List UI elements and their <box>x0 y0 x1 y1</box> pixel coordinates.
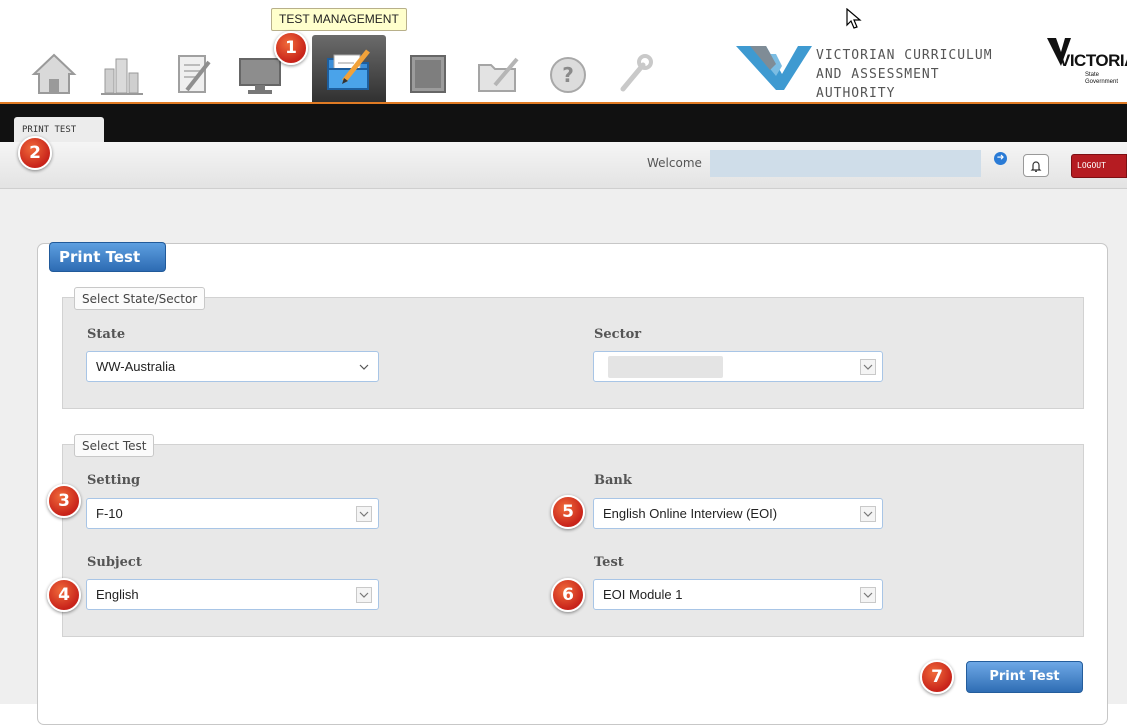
bank-label: Bank <box>594 473 632 488</box>
victoria-government-logo: VICTORIA State Government <box>1045 38 1127 98</box>
chevron-down-icon <box>860 506 876 522</box>
home-icon[interactable] <box>22 44 86 104</box>
state-sector-legend: Select State/Sector <box>74 287 206 310</box>
wrench-icon[interactable] <box>602 44 666 104</box>
select-test-legend: Select Test <box>74 434 155 457</box>
state-label: State <box>87 327 126 342</box>
notification-bell-button[interactable] <box>1023 154 1049 177</box>
tab-bar: PRINT TEST <box>0 104 1127 144</box>
logout-button[interactable]: LOGOUT <box>1071 154 1127 178</box>
setting-label: Setting <box>87 473 141 488</box>
test-select-value: EOI Module 1 <box>603 587 683 602</box>
setting-select-value: F-10 <box>96 506 123 521</box>
step-badge-6: 6 <box>551 578 585 612</box>
step-badge-2: 2 <box>18 136 52 170</box>
bell-icon <box>1030 160 1042 172</box>
welcome-bar: Welcome ➜ LOGOUT <box>0 142 1127 189</box>
sector-select[interactable] <box>593 351 883 382</box>
welcome-label: Welcome <box>647 156 702 170</box>
step-badge-3: 3 <box>47 484 81 518</box>
vcaa-line-2: AND ASSESSMENT AUTHORITY <box>816 67 940 101</box>
mouse-cursor-icon <box>846 8 862 29</box>
bank-select[interactable]: English Online Interview (EOI) <box>593 498 883 529</box>
help-icon[interactable]: ? <box>536 44 600 104</box>
step-badge-5: 5 <box>551 495 585 529</box>
step-badge-7: 7 <box>920 660 954 694</box>
test-select[interactable]: EOI Module 1 <box>593 579 883 610</box>
reports-icon[interactable] <box>90 44 154 104</box>
print-test-button[interactable]: Print Test <box>966 661 1083 693</box>
state-select-value: WW-Australia <box>96 359 176 374</box>
vcaa-line-1: VICTORIAN CURRICULUM <box>816 48 993 63</box>
vcaa-logo-text: VICTORIAN CURRICULUM AND ASSESSMENT AUTH… <box>816 46 1011 103</box>
test-label: Test <box>594 555 624 570</box>
chevron-down-icon <box>356 506 372 522</box>
chevron-down-icon <box>860 587 876 603</box>
chevron-down-icon <box>356 359 372 375</box>
bank-select-value: English Online Interview (EOI) <box>603 506 778 521</box>
setting-select[interactable]: F-10 <box>86 498 379 529</box>
sector-label: Sector <box>594 327 642 342</box>
chevron-down-icon <box>356 587 372 603</box>
subject-select-value: English <box>96 587 139 602</box>
victoria-logo-text: VICTORIA <box>1059 51 1127 70</box>
user-name-redacted <box>710 150 981 177</box>
victoria-logo-subtext: State Government <box>1085 72 1118 86</box>
folder-edit-icon[interactable] <box>466 44 530 104</box>
state-select[interactable]: WW-Australia <box>86 351 379 382</box>
svg-text:?: ? <box>562 63 574 87</box>
chevron-down-icon <box>860 359 876 375</box>
vic-sub-line-2: Government <box>1085 79 1119 85</box>
vcaa-logo: VICTORIAN CURRICULUM AND ASSESSMENT AUTH… <box>736 40 1011 101</box>
vic-sub-line-1: State <box>1085 72 1100 78</box>
tooltip: TEST MANAGEMENT <box>271 8 407 31</box>
document-icon[interactable] <box>160 44 224 104</box>
subject-select[interactable]: English <box>86 579 379 610</box>
test-management-icon[interactable] <box>312 35 386 105</box>
step-badge-1: 1 <box>274 31 308 65</box>
subject-label: Subject <box>87 555 142 570</box>
panel-title: Print Test <box>49 242 166 272</box>
arrow-right-icon[interactable]: ➜ <box>994 152 1007 165</box>
binder-icon[interactable] <box>396 44 460 104</box>
sector-value-redacted <box>608 356 723 378</box>
main-toolbar: ? TEST MANAGEMENT VICTORIAN CURRICULUM A… <box>0 0 1127 105</box>
step-badge-4: 4 <box>47 578 81 612</box>
